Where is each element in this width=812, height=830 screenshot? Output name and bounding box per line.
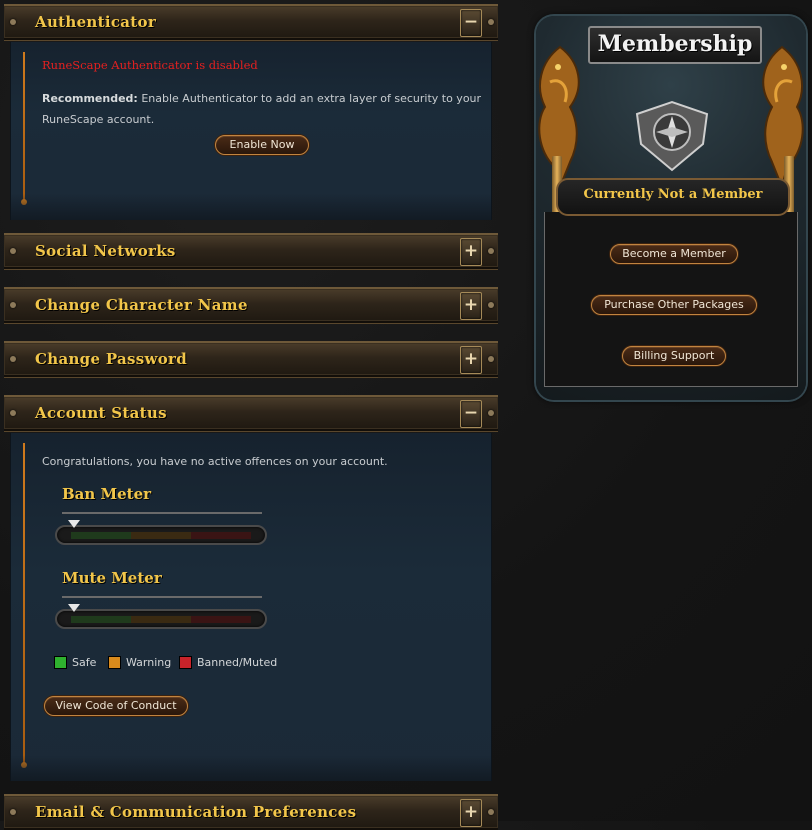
recommended-text: Recommended: Enable Authenticator to add…: [42, 88, 482, 130]
expand-icon[interactable]: +: [460, 292, 482, 320]
account-status-panel-body: Congratulations, you have no active offe…: [10, 433, 492, 781]
warning-swatch: [108, 656, 121, 669]
social-networks-panel-header[interactable]: Social Networks +: [4, 233, 498, 269]
authenticator-panel-header[interactable]: Authenticator −: [4, 4, 498, 40]
expand-icon[interactable]: +: [460, 346, 482, 374]
authenticator-warning: RuneScape Authenticator is disabled: [42, 58, 258, 72]
view-code-of-conduct-button[interactable]: View Code of Conduct: [44, 696, 188, 716]
panel-title: Change Character Name: [35, 296, 248, 314]
meter-fill: [71, 532, 251, 539]
meter-divider: [62, 512, 262, 514]
email-preferences-panel-header[interactable]: Email & Communication Preferences +: [4, 794, 498, 830]
membership-title: Membership: [588, 26, 762, 64]
mute-meter-marker-icon: [68, 604, 80, 612]
recommended-label: Recommended:: [42, 92, 138, 105]
change-character-name-panel-header[interactable]: Change Character Name +: [4, 287, 498, 323]
ban-meter-marker-icon: [68, 520, 80, 528]
meter-divider: [62, 596, 262, 598]
recommended-line-1: Enable Authenticator to add an extra lay…: [141, 92, 482, 105]
ban-meter-title: Ban Meter: [62, 485, 152, 503]
no-offences-message: Congratulations, you have no active offe…: [42, 455, 388, 468]
panel-title: Email & Communication Preferences: [35, 803, 357, 821]
mute-meter-bar: [55, 609, 267, 629]
legend-label: Banned/Muted: [197, 656, 278, 669]
dragon-right-icon: [762, 45, 804, 191]
ban-meter-bar: [55, 525, 267, 545]
panel-title: Authenticator: [35, 13, 157, 31]
legend-label: Safe: [72, 656, 97, 669]
legend-label: Warning: [126, 656, 172, 669]
collapse-icon[interactable]: −: [460, 9, 482, 37]
become-member-button[interactable]: Become a Member: [610, 244, 738, 264]
membership-panel: Membership Currently Not a Member Become…: [532, 16, 810, 400]
mute-meter-title: Mute Meter: [62, 569, 162, 587]
expand-icon[interactable]: +: [460, 799, 482, 827]
enable-now-button[interactable]: Enable Now: [215, 135, 309, 155]
banned-swatch: [179, 656, 192, 669]
panel-title: Change Password: [35, 350, 188, 368]
purchase-packages-button[interactable]: Purchase Other Packages: [591, 295, 757, 315]
legend-warning: Warning: [108, 656, 171, 669]
billing-support-button[interactable]: Billing Support: [622, 346, 726, 366]
safe-swatch: [54, 656, 67, 669]
authenticator-panel-body: RuneScape Authenticator is disabled Reco…: [10, 42, 492, 220]
expand-icon[interactable]: +: [460, 238, 482, 266]
crest-shield-icon: [635, 100, 709, 172]
legend-safe: Safe: [54, 656, 96, 669]
meter-fill: [71, 616, 251, 623]
divider-line: [21, 52, 27, 205]
change-password-panel-header[interactable]: Change Password +: [4, 341, 498, 377]
divider-line: [21, 443, 27, 768]
collapse-icon[interactable]: −: [460, 400, 482, 428]
panel-title: Social Networks: [35, 242, 176, 260]
panel-title: Account Status: [35, 404, 167, 422]
recommended-line-2: RuneScape account.: [42, 113, 155, 126]
account-status-panel-header[interactable]: Account Status −: [4, 395, 498, 431]
legend-banned: Banned/Muted: [179, 656, 277, 669]
membership-status: Currently Not a Member: [556, 178, 790, 216]
